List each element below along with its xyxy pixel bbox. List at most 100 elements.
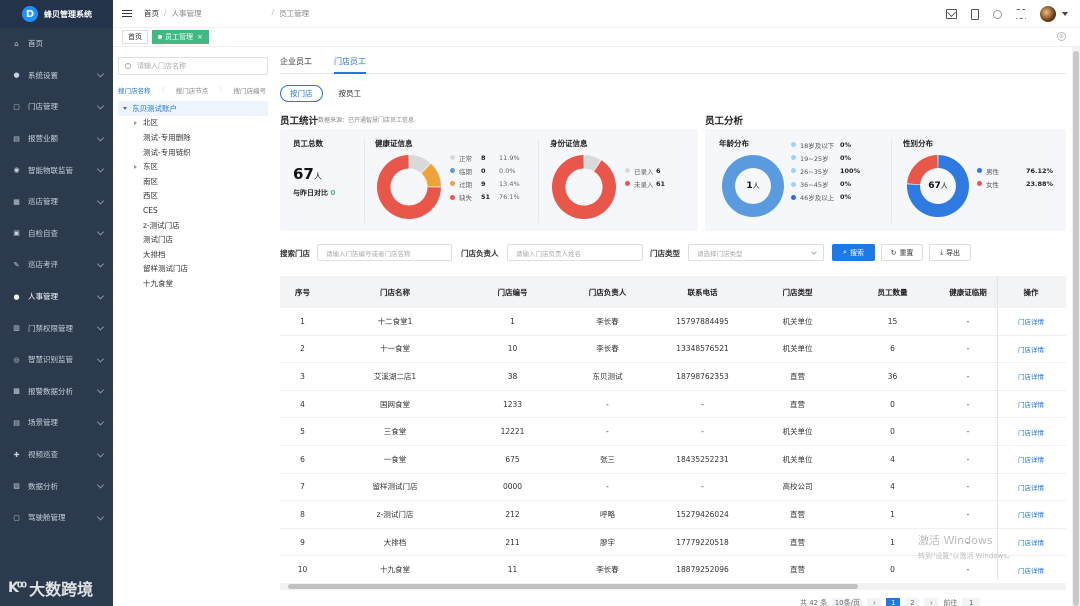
- breadcrumb-home[interactable]: 首页: [144, 8, 159, 19]
- gender-legend: 男性 76.12% 女性 23.88%: [977, 164, 1053, 190]
- tree-node[interactable]: 测试门店: [118, 232, 268, 247]
- corner-watermark: K⁰⁰ 大数跨境: [8, 576, 93, 600]
- vertical-scrollbar[interactable]: [1072, 47, 1080, 606]
- sidebar-item-0[interactable]: ⌂ 首页: [0, 28, 113, 60]
- tree-node[interactable]: 十九食堂: [118, 276, 268, 291]
- tree-node[interactable]: CES: [118, 203, 268, 218]
- store-detail-link[interactable]: 门店详情: [996, 454, 1066, 464]
- tab-by-employee[interactable]: 按员工: [335, 85, 366, 102]
- tree-node[interactable]: 南区: [118, 174, 268, 189]
- table-cell: -: [966, 371, 970, 381]
- gender-title: 性别分布: [903, 139, 933, 148]
- goto-page-input[interactable]: 1: [962, 598, 981, 606]
- sidebar-item-15[interactable]: ▢ 驾驶舱管理: [0, 502, 113, 534]
- store-detail-link[interactable]: 门店详情: [996, 509, 1066, 519]
- fullscreen-icon[interactable]: [1016, 9, 1026, 19]
- reset-button[interactable]: ↻ 重置: [881, 244, 923, 261]
- store-detail-link[interactable]: 门店详情: [996, 316, 1066, 326]
- sidebar-item-3[interactable]: ▤ 报营业额: [0, 123, 113, 155]
- sidebar-item-8[interactable]: ● 人事管理: [0, 281, 113, 313]
- legend-swatch: [450, 194, 455, 200]
- close-all-tags-icon[interactable]: ⊗: [1057, 32, 1066, 41]
- breadcrumb-personnel[interactable]: 人事管理: [172, 8, 267, 19]
- tree-root-node[interactable]: 东贝测试账户: [118, 101, 268, 116]
- horizontal-scrollbar[interactable]: [280, 583, 1066, 590]
- sidebar-item-5[interactable]: ▦ 巡店管理: [0, 186, 113, 218]
- sidebar-item-label: 场景管理: [28, 418, 58, 428]
- page-1-button[interactable]: 1: [886, 598, 901, 606]
- sidebar-item-11[interactable]: ▩ 报警数据分析: [0, 376, 113, 408]
- sidebar-item-6[interactable]: ▣ 自检自查: [0, 218, 113, 250]
- store-type-select[interactable]: 请选择门店类型: [688, 244, 824, 261]
- sidebar-item-13[interactable]: ✚ 视频巡查: [0, 439, 113, 471]
- table-row[interactable]: 4 国网食堂 1233 - - 直营 0 - 门店详情: [280, 391, 1066, 419]
- store-detail-link[interactable]: 门店详情: [996, 482, 1066, 492]
- store-detail-link[interactable]: 门店详情: [996, 371, 1066, 381]
- breadcrumb-current: 员工管理: [279, 9, 310, 18]
- tree-node[interactable]: 测试-专用链织: [118, 145, 268, 160]
- close-icon[interactable]: ×: [197, 33, 203, 41]
- app-logo[interactable]: D 蜂贝管理系统: [0, 0, 113, 28]
- table-cell: -: [966, 509, 970, 519]
- chevron-down-icon: [96, 418, 105, 426]
- store-detail-link[interactable]: 门店详情: [996, 427, 1066, 437]
- table-row[interactable]: 3 艾溪湖二店1 38 东贝测试 18798762353 直营 36 - 门店详情: [280, 363, 1066, 391]
- sidebar-item-7[interactable]: ✎ 巡店考评: [0, 249, 113, 281]
- store-search-input[interactable]: 请输入门店名称: [118, 57, 268, 75]
- menu-toggle-icon[interactable]: [122, 9, 132, 18]
- table-row[interactable]: 7 留样测试门店 0000 - - 高校公司 4 - 门店详情: [280, 474, 1066, 502]
- tab-search-by-node[interactable]: 搜门店节点: [176, 85, 209, 95]
- tag-home[interactable]: 首页: [122, 30, 148, 44]
- sidebar-item-9[interactable]: ▥ 门禁权限管理: [0, 312, 113, 344]
- scene-icon: ▤: [13, 418, 20, 427]
- tree-node[interactable]: 北区: [118, 116, 268, 131]
- tree-node[interactable]: 西区: [118, 189, 268, 204]
- tab-enterprise-staff[interactable]: 企业员工: [280, 56, 312, 74]
- sidebar-item-2[interactable]: ▢ 门店管理: [0, 91, 113, 123]
- tab-store-staff[interactable]: 门店员工: [334, 56, 366, 74]
- tree-node[interactable]: 东区: [118, 159, 268, 174]
- donut-slice[interactable]: [552, 155, 616, 219]
- document-icon[interactable]: [971, 8, 979, 20]
- export-button[interactable]: ⤓ 导出: [929, 244, 971, 261]
- tab-search-by-code[interactable]: 搜门店编号: [233, 85, 266, 95]
- tag-employee-management[interactable]: 员工管理 ×: [152, 30, 209, 44]
- tree-node[interactable]: z-测试门店: [118, 218, 268, 233]
- table-row[interactable]: 8 z-测试门店 212 呼略 15279426024 直营 1 - 门店详情: [280, 501, 1066, 529]
- next-page-button[interactable]: ›: [924, 598, 939, 606]
- expand-icon[interactable]: [123, 106, 127, 110]
- table-cell: 直营: [790, 509, 805, 519]
- manager-name-input[interactable]: 请输入门店负责人姓名: [507, 244, 643, 261]
- page-size-select[interactable]: 10条/页: [832, 598, 863, 606]
- sidebar-item-10[interactable]: ◎ 智慧识别监管: [0, 344, 113, 376]
- tab-search-by-name[interactable]: 搜门店名称: [118, 85, 151, 95]
- chevron-down-icon: [96, 70, 105, 78]
- tab-by-store[interactable]: 按门店: [280, 85, 323, 102]
- sidebar-item-14[interactable]: ▨ 数据分析: [0, 470, 113, 502]
- table-cell: 机关单位: [782, 316, 813, 326]
- sidebar-item-1[interactable]: ● 系统设置: [0, 60, 113, 92]
- mail-icon[interactable]: [946, 9, 957, 19]
- search-icon[interactable]: [993, 9, 1002, 19]
- store-keyword-input[interactable]: 请输入门店编号或者门店名称: [317, 244, 452, 261]
- table-row[interactable]: 5 三食堂 12221 - - 机关单位 0 - 门店详情: [280, 418, 1066, 446]
- page-2-button[interactable]: 2: [905, 598, 920, 606]
- sidebar-item-label: 报营业额: [28, 134, 58, 144]
- table-row[interactable]: 6 一食堂 675 张三 18435252231 机关单位 4 - 门店详情: [280, 446, 1066, 474]
- store-detail-link[interactable]: 门店详情: [996, 399, 1066, 409]
- avatar[interactable]: [1040, 6, 1056, 22]
- table-row[interactable]: 1 十二食堂1 1 李长春 15797884495 机关单位 15 - 门店详情: [280, 308, 1066, 336]
- tree-node[interactable]: 测试-专用删除: [118, 130, 268, 145]
- sidebar-item-4[interactable]: ◉ 智能物联监管: [0, 154, 113, 186]
- table-row[interactable]: 2 十一食堂 10 李长春 13348576521 机关单位 6 - 门店详情: [280, 336, 1066, 364]
- tree-node[interactable]: 大排档: [118, 247, 268, 262]
- tree-node[interactable]: 留样测试门店: [118, 262, 268, 277]
- prev-page-button[interactable]: ‹: [867, 598, 882, 606]
- store-detail-link[interactable]: 门店详情: [996, 344, 1066, 354]
- search-button[interactable]: ⌕ 搜索: [832, 244, 875, 261]
- table-cell: 11: [507, 565, 518, 575]
- sidebar-item-12[interactable]: ▤ 场景管理: [0, 407, 113, 439]
- pagination: 共 42 条 10条/页 ‹ 1 2 › 前往 1: [800, 598, 981, 606]
- chevron-down-icon[interactable]: [1062, 12, 1068, 16]
- store-detail-link[interactable]: 门店详情: [996, 565, 1066, 575]
